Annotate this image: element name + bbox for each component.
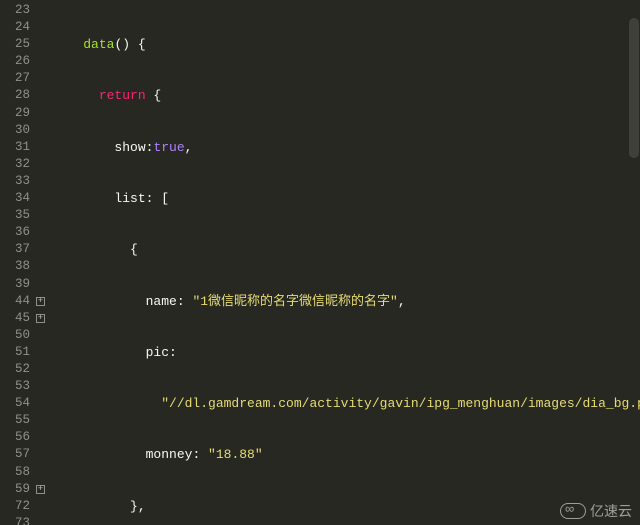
vertical-scrollbar[interactable] — [628, 0, 640, 525]
line-number-gutter: 23 24 25 26 27 28 29 30 31 32 33 34 35 3… — [0, 0, 36, 525]
code-area[interactable]: data() { return { show:true, list: [ { n… — [48, 0, 640, 525]
cloud-icon — [560, 503, 586, 519]
fold-toggle-icon[interactable]: + — [36, 297, 45, 306]
fold-toggle-icon[interactable]: + — [36, 314, 45, 323]
watermark-logo: 亿速云 — [560, 501, 632, 521]
scrollbar-thumb[interactable] — [629, 18, 639, 158]
fold-toggle-icon[interactable]: + — [36, 485, 45, 494]
watermark-text: 亿速云 — [590, 501, 632, 521]
code-editor[interactable]: 23 24 25 26 27 28 29 30 31 32 33 34 35 3… — [0, 0, 640, 525]
fold-column[interactable]: + + + — [36, 0, 48, 525]
